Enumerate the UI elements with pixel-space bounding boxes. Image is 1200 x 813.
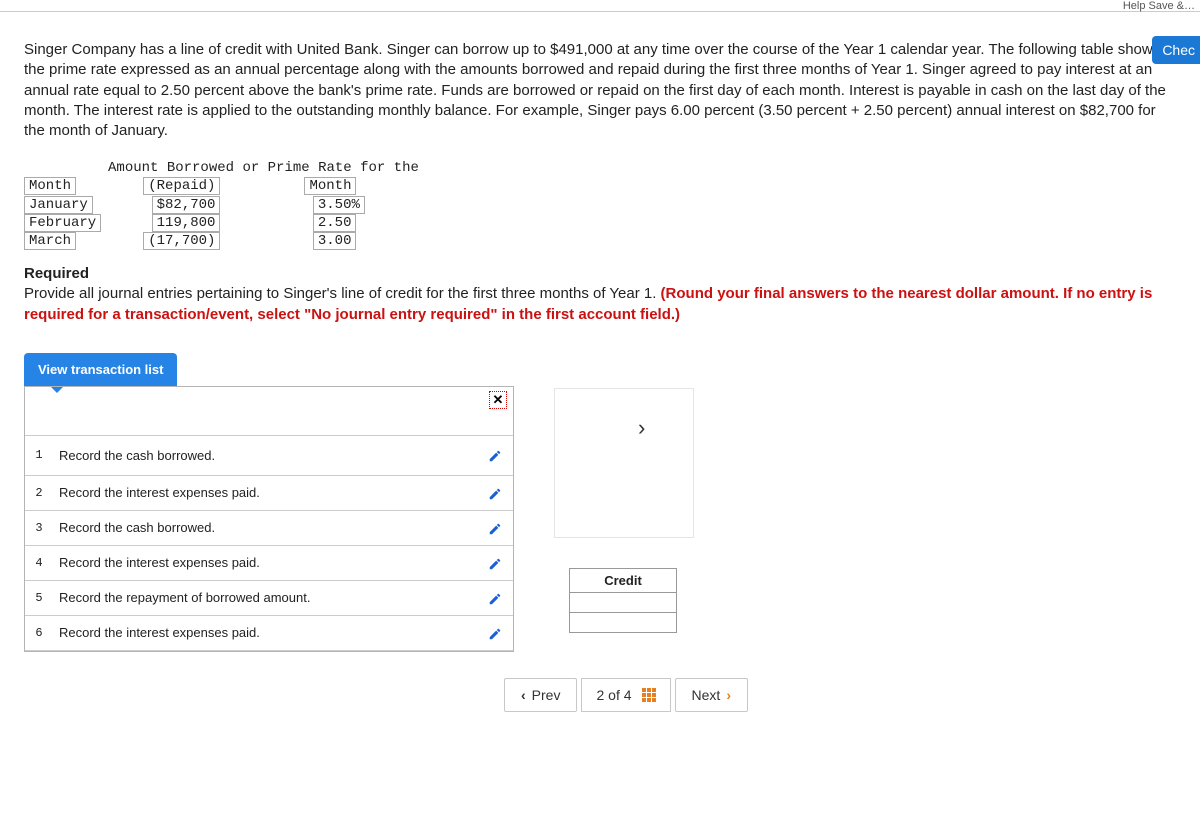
tx-num: 4 <box>25 556 53 570</box>
tx-row[interactable]: 3 Record the cash borrowed. <box>25 511 513 546</box>
required-title: Required <box>24 265 89 282</box>
pencil-icon[interactable] <box>485 590 505 606</box>
transaction-panel: ✕ 1 Record the cash borrowed. 2 Record t… <box>24 386 514 652</box>
tx-row[interactable]: 5 Record the repayment of borrowed amoun… <box>25 581 513 616</box>
tx-row[interactable]: 4 Record the interest expenses paid. <box>25 546 513 581</box>
close-icon[interactable]: ✕ <box>489 391 507 409</box>
top-right-text: Help Save &… <box>1123 0 1195 12</box>
month-mar: March <box>25 233 75 249</box>
tx-row[interactable]: 1 Record the cash borrowed. <box>25 436 513 476</box>
chevron-right-icon: › <box>726 687 731 703</box>
next-button[interactable]: Next › <box>675 678 748 712</box>
tx-num: 5 <box>25 591 53 605</box>
month-feb: February <box>25 215 100 231</box>
prev-button[interactable]: ‹ Prev <box>504 678 577 712</box>
tx-label: Record the interest expenses paid. <box>53 625 485 640</box>
tx-num: 2 <box>25 486 53 500</box>
credit-cell[interactable] <box>569 593 677 613</box>
pencil-icon[interactable] <box>485 520 505 536</box>
entry-panel-placeholder <box>554 388 694 538</box>
top-bar: Help Save &… <box>0 0 1200 12</box>
col-month: Month <box>25 178 75 194</box>
check-button[interactable]: Chec <box>1152 36 1200 64</box>
chevron-left-icon: ‹ <box>521 687 526 703</box>
tx-num: 3 <box>25 521 53 535</box>
pencil-icon[interactable] <box>485 555 505 571</box>
tx-num: 6 <box>25 626 53 640</box>
month-jan: January <box>25 197 92 213</box>
pencil-icon[interactable] <box>485 625 505 641</box>
tx-row[interactable]: 2 Record the interest expenses paid. <box>25 476 513 511</box>
tx-label: Record the interest expenses paid. <box>53 485 485 500</box>
transaction-list: 1 Record the cash borrowed. 2 Record the… <box>25 435 513 651</box>
required-block: Required Provide all journal entries per… <box>24 264 1174 325</box>
tx-label: Record the interest expenses paid. <box>53 555 485 570</box>
tx-label: Record the cash borrowed. <box>53 448 485 463</box>
credit-cell[interactable] <box>569 613 677 633</box>
tx-label: Record the repayment of borrowed amount. <box>53 590 485 605</box>
page-indicator[interactable]: 2 of 4 <box>581 678 670 712</box>
pencil-icon[interactable] <box>485 448 505 464</box>
tx-label: Record the cash borrowed. <box>53 520 485 535</box>
tab-view-transaction-list[interactable]: View transaction list <box>24 353 177 386</box>
pencil-icon[interactable] <box>485 485 505 501</box>
problem-text: Singer Company has a line of credit with… <box>24 40 1174 141</box>
tx-num: 1 <box>25 448 53 462</box>
tx-row[interactable]: 6 Record the interest expenses paid. <box>25 616 513 651</box>
credit-column: Credit <box>569 568 677 633</box>
required-text: Provide all journal entries pertaining t… <box>24 285 661 302</box>
data-table: Amount Borrowed or Prime Rate for the Mo… <box>24 159 1176 250</box>
bottom-nav: ‹ Prev 2 of 4 Next › <box>504 678 748 712</box>
credit-header: Credit <box>569 568 677 593</box>
grid-icon <box>642 688 656 702</box>
next-arrow-icon[interactable]: › <box>638 415 645 441</box>
